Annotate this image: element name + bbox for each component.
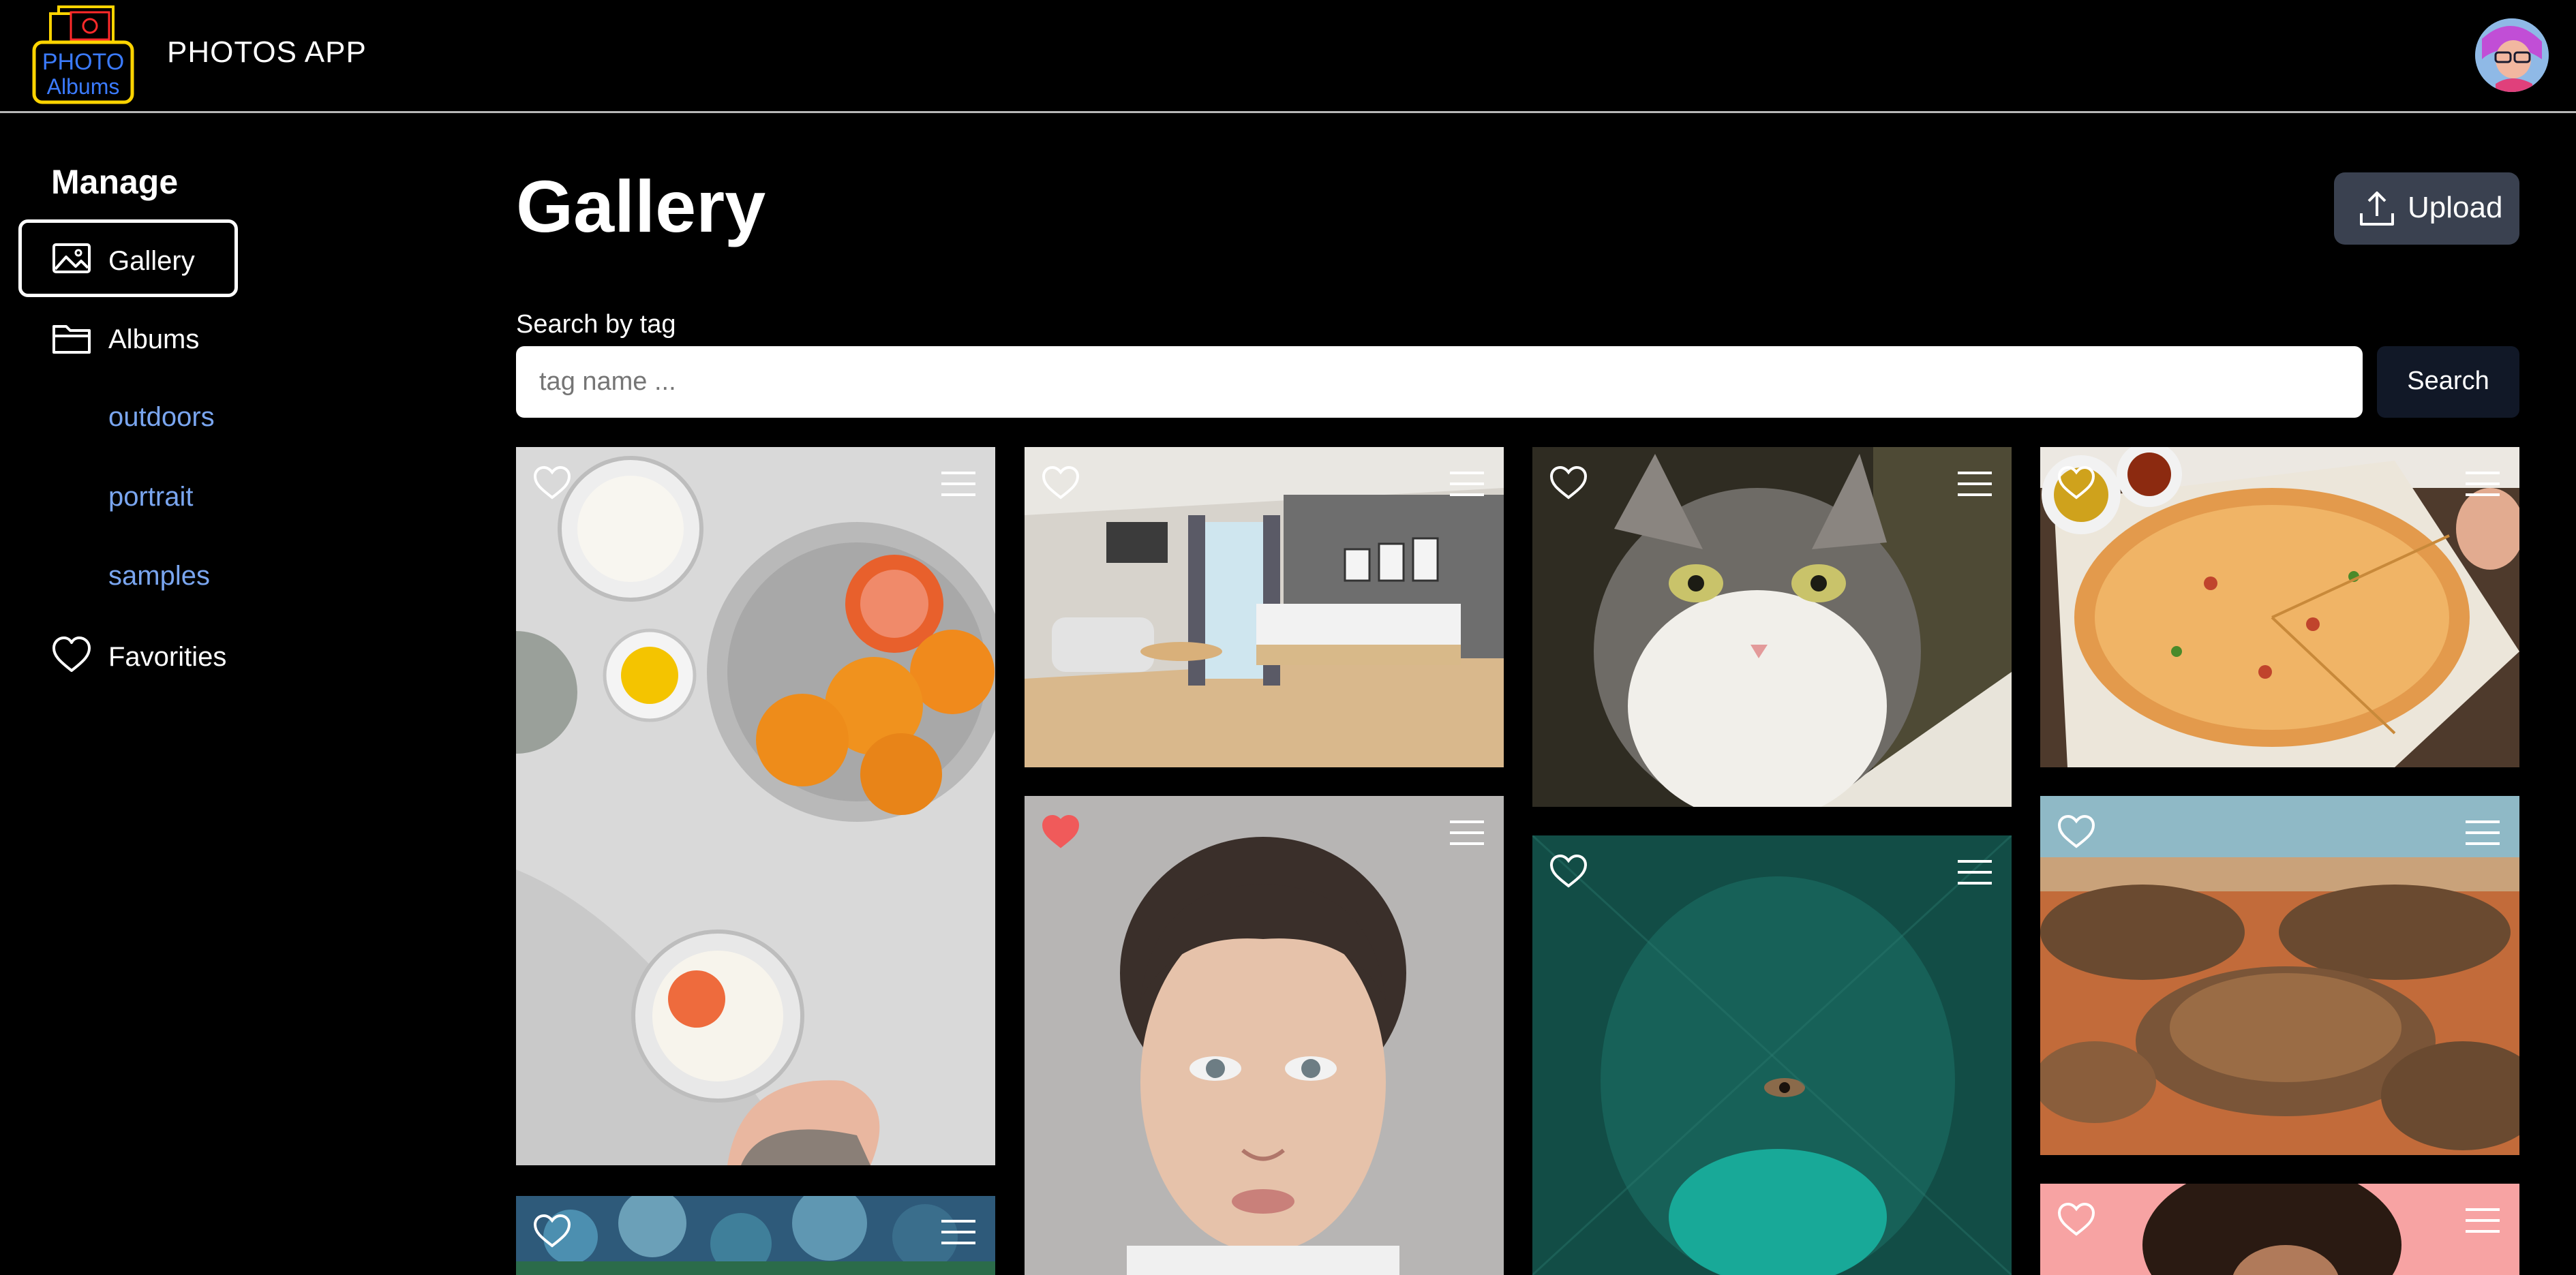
- photo-card[interactable]: [2040, 447, 2519, 767]
- heart-icon[interactable]: [532, 465, 572, 500]
- photo-card[interactable]: [516, 1196, 995, 1275]
- sidebar-item-favorites[interactable]: Favorities: [18, 617, 238, 695]
- photo-card[interactable]: [1025, 447, 1504, 767]
- menu-icon[interactable]: [2464, 470, 2501, 497]
- heart-icon[interactable]: [2057, 465, 2096, 500]
- top-bar: PHOTO Albums PHOTOS APP: [0, 0, 2576, 113]
- folder-icon: [52, 325, 91, 354]
- svg-text:PHOTO: PHOTO: [42, 49, 124, 75]
- photo-card[interactable]: [2040, 796, 2519, 1155]
- app-logo[interactable]: PHOTO Albums: [31, 4, 135, 105]
- heart-icon[interactable]: [532, 1213, 572, 1248]
- photo-image: [516, 1196, 995, 1275]
- heart-icon[interactable]: [1549, 465, 1588, 500]
- photo-image: [1025, 796, 1504, 1275]
- upload-button[interactable]: Upload: [2334, 172, 2519, 245]
- photo-image: [2040, 1184, 2519, 1275]
- search-button-label: Search: [2407, 367, 2489, 395]
- heart-icon[interactable]: [1549, 853, 1588, 889]
- photo-card[interactable]: [1025, 796, 1504, 1275]
- menu-icon[interactable]: [1449, 819, 1485, 846]
- menu-icon[interactable]: [1956, 859, 1993, 886]
- sidebar-item-albums[interactable]: Albums: [18, 300, 238, 378]
- photo-card[interactable]: [2040, 1184, 2519, 1275]
- menu-icon[interactable]: [2464, 1207, 2501, 1234]
- photo-image: [2040, 447, 2519, 767]
- svg-text:Albums: Albums: [47, 74, 120, 99]
- sidebar-item-label: Gallery: [108, 246, 195, 276]
- heart-icon[interactable]: [2057, 1201, 2096, 1237]
- sidebar-heading: Manage: [51, 163, 179, 201]
- menu-icon[interactable]: [1956, 470, 1993, 497]
- photo-image: [1532, 447, 2012, 807]
- user-avatar[interactable]: [2475, 18, 2549, 92]
- sidebar-item-gallery[interactable]: Gallery: [18, 219, 238, 297]
- photo-image: [1025, 447, 1504, 767]
- menu-icon[interactable]: [940, 1218, 977, 1246]
- search-button[interactable]: Search: [2377, 346, 2519, 418]
- heart-icon[interactable]: [2057, 814, 2096, 849]
- page-title: Gallery: [516, 165, 766, 247]
- album-link-samples[interactable]: samples: [108, 561, 210, 592]
- menu-icon[interactable]: [940, 470, 977, 497]
- app-title: PHOTOS APP: [167, 35, 367, 69]
- heart-icon: [52, 636, 91, 672]
- heart-icon[interactable]: [1041, 465, 1080, 500]
- photo-image: [516, 447, 995, 1165]
- sidebar-item-label: Favorities: [108, 642, 227, 672]
- photo-card[interactable]: [1532, 447, 2012, 807]
- album-link-portrait[interactable]: portrait: [108, 482, 194, 512]
- album-link-outdoors[interactable]: outdoors: [108, 402, 215, 433]
- photo-card[interactable]: [1532, 835, 2012, 1275]
- heart-filled-icon[interactable]: [1041, 814, 1080, 849]
- menu-icon[interactable]: [2464, 819, 2501, 846]
- upload-button-label: Upload: [2408, 191, 2503, 224]
- menu-icon[interactable]: [1449, 470, 1485, 497]
- sidebar-item-label: Albums: [108, 324, 200, 354]
- photo-image: [2040, 796, 2519, 1155]
- search-label: Search by tag: [516, 310, 676, 339]
- image-icon: [52, 243, 91, 273]
- photo-card[interactable]: [516, 447, 995, 1165]
- photo-image: [1532, 835, 2012, 1275]
- search-input[interactable]: [516, 346, 2363, 418]
- upload-icon: [2360, 191, 2394, 226]
